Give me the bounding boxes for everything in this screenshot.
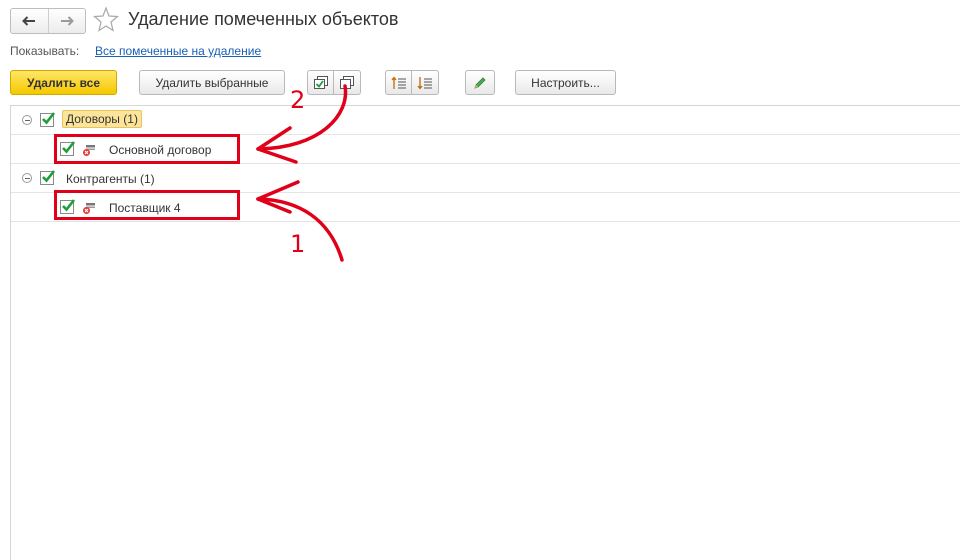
annotation-number-2: 2 — [290, 86, 306, 114]
annotation-number-1: 1 — [290, 230, 306, 258]
annotation-arrows — [256, 84, 348, 262]
